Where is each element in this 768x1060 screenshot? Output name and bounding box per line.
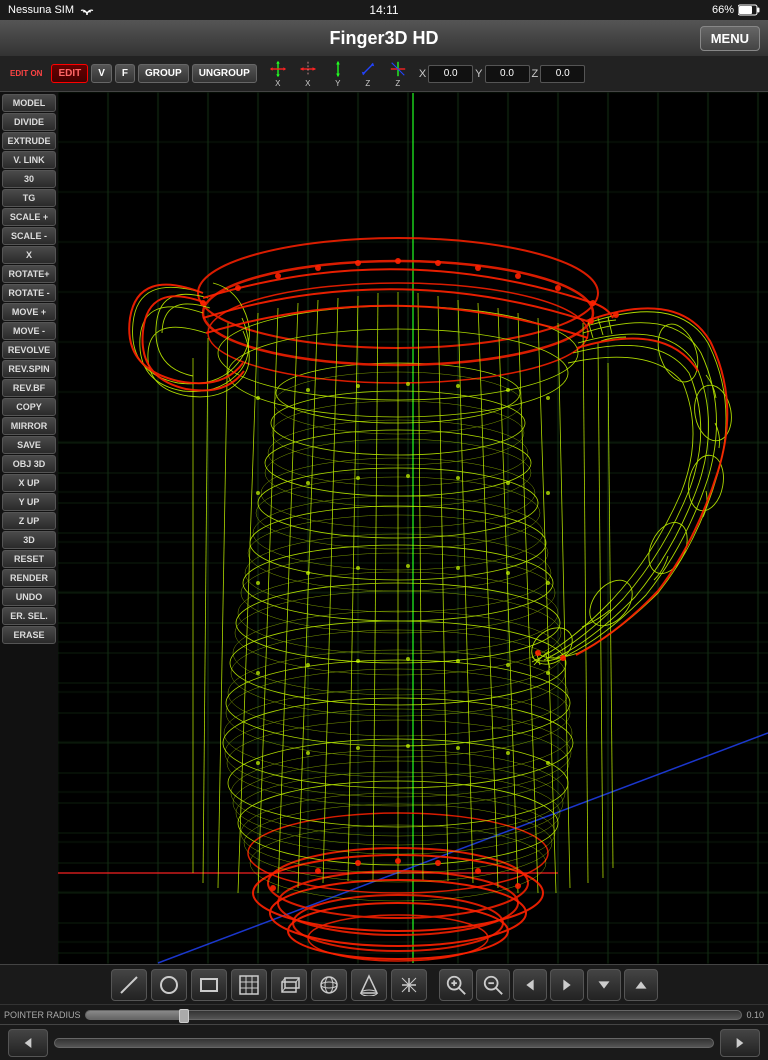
sidebar-btn-mirror[interactable]: MIRROR: [2, 417, 56, 435]
coord-inputs: X Y Z: [419, 65, 585, 83]
pan-left-button[interactable]: [513, 969, 547, 1001]
tool-sphere[interactable]: [311, 969, 347, 1001]
sidebar-btn-extrude[interactable]: EXTRUDE: [2, 132, 56, 150]
zoom-controls: [439, 969, 658, 1001]
sidebar-btn-x-up[interactable]: X UP: [2, 474, 56, 492]
sidebar-btn-rev-spin[interactable]: REV.SPIN: [2, 360, 56, 378]
status-left: Nessuna SIM: [8, 3, 94, 17]
bottom-toolbar: [0, 964, 768, 1004]
tool-box[interactable]: [271, 969, 307, 1001]
f-button[interactable]: F: [115, 64, 135, 83]
main-area: MODELDIVIDEEXTRUDEV. LINK30TGSCALE +SCAL…: [0, 92, 768, 964]
sidebar-btn-render[interactable]: RENDER: [2, 569, 56, 587]
sidebar-btn-scale--[interactable]: SCALE +: [2, 208, 56, 226]
pointer-radius-slider[interactable]: [85, 1010, 743, 1020]
toolbar: EDIT ON EDIT V F GROUP UNGROUP X X Y Z Z…: [0, 56, 768, 92]
grid-canvas: [58, 92, 768, 964]
pan-right-button[interactable]: [550, 969, 584, 1001]
sidebar-btn-30[interactable]: 30: [2, 170, 56, 188]
axis-icons: X X Y Z Z: [264, 60, 412, 88]
sidebar-btn-x[interactable]: X: [2, 246, 56, 264]
y-label: Y: [475, 68, 482, 80]
tool-rectangle[interactable]: [191, 969, 227, 1001]
pan-down-button[interactable]: [587, 969, 621, 1001]
title-bar: Finger3D HD MENU: [0, 20, 768, 56]
status-time: 14:11: [369, 3, 398, 17]
move-xy-icon[interactable]: X: [264, 60, 292, 88]
sidebar-btn-revolve[interactable]: REVOLVE: [2, 341, 56, 359]
scale-all-icon[interactable]: Z: [384, 60, 412, 88]
nav-slider[interactable]: [54, 1038, 714, 1048]
move-x-icon[interactable]: X: [294, 60, 322, 88]
zoom-in-button[interactable]: [439, 969, 473, 1001]
tool-cone[interactable]: [351, 969, 387, 1001]
group-button[interactable]: GROUP: [138, 64, 189, 83]
viewport-3d[interactable]: [58, 92, 768, 964]
battery-icon: [738, 4, 760, 16]
sidebar-btn-v--link[interactable]: V. LINK: [2, 151, 56, 169]
pan-up-button[interactable]: [624, 969, 658, 1001]
move-z-icon[interactable]: Z: [354, 60, 382, 88]
sidebar-btn-rotate-[interactable]: ROTATE+: [2, 265, 56, 283]
x-label: X: [419, 68, 426, 80]
app-title: Finger3D HD: [329, 28, 438, 49]
sidebar-btn-z-up[interactable]: Z UP: [2, 512, 56, 530]
sidebar-btn-undo[interactable]: UNDO: [2, 588, 56, 606]
tool-circle[interactable]: [151, 969, 187, 1001]
pointer-radius-bar: POINTER RADIUS 0.10: [0, 1004, 768, 1024]
pointer-radius-label: POINTER RADIUS: [4, 1010, 81, 1020]
sidebar-btn-tg[interactable]: TG: [2, 189, 56, 207]
sidebar-btn-y-up[interactable]: Y UP: [2, 493, 56, 511]
v-button[interactable]: V: [91, 64, 112, 83]
sidebar-btn-scale--[interactable]: SCALE -: [2, 227, 56, 245]
left-sidebar: MODELDIVIDEEXTRUDEV. LINK30TGSCALE +SCAL…: [0, 92, 58, 964]
ungroup-button[interactable]: UNGROUP: [192, 64, 257, 83]
sidebar-btn-divide[interactable]: DIVIDE: [2, 113, 56, 131]
sidebar-btn-erase[interactable]: ERASE: [2, 626, 56, 644]
sidebar-btn-move--[interactable]: MOVE -: [2, 322, 56, 340]
nav-bar: [0, 1024, 768, 1060]
sidebar-btn-reset[interactable]: RESET: [2, 550, 56, 568]
nav-back-button[interactable]: [8, 1029, 48, 1057]
tool-mesh[interactable]: [391, 969, 427, 1001]
zoom-out-button[interactable]: [476, 969, 510, 1001]
status-bar: Nessuna SIM 14:11 66%: [0, 0, 768, 20]
sidebar-btn-model[interactable]: MODEL: [2, 94, 56, 112]
edit-on-label: EDIT ON: [4, 66, 48, 81]
menu-button[interactable]: MENU: [700, 26, 760, 51]
edit-button[interactable]: EDIT: [51, 64, 88, 83]
battery-label: 66%: [712, 4, 734, 16]
z-input[interactable]: [540, 65, 585, 83]
pointer-radius-value: 0.10: [746, 1010, 764, 1020]
x-input[interactable]: [428, 65, 473, 83]
nav-forward-button[interactable]: [720, 1029, 760, 1057]
move-y-icon[interactable]: Y: [324, 60, 352, 88]
z-label: Z: [532, 68, 539, 80]
sidebar-btn-copy[interactable]: COPY: [2, 398, 56, 416]
sidebar-btn-er--sel-[interactable]: ER. SEL.: [2, 607, 56, 625]
status-right: 66%: [712, 4, 760, 16]
y-input[interactable]: [485, 65, 530, 83]
tool-line[interactable]: [111, 969, 147, 1001]
sidebar-btn-3d[interactable]: 3D: [2, 531, 56, 549]
carrier-label: Nessuna SIM: [8, 4, 74, 16]
sidebar-btn-rev-bf[interactable]: REV.BF: [2, 379, 56, 397]
tool-grid[interactable]: [231, 969, 267, 1001]
sidebar-btn-move--[interactable]: MOVE +: [2, 303, 56, 321]
sidebar-btn-save[interactable]: SAVE: [2, 436, 56, 454]
wifi-icon: [80, 3, 94, 17]
sidebar-btn-rotate--[interactable]: ROTATE -: [2, 284, 56, 302]
sidebar-btn-obj-3d[interactable]: OBJ 3D: [2, 455, 56, 473]
